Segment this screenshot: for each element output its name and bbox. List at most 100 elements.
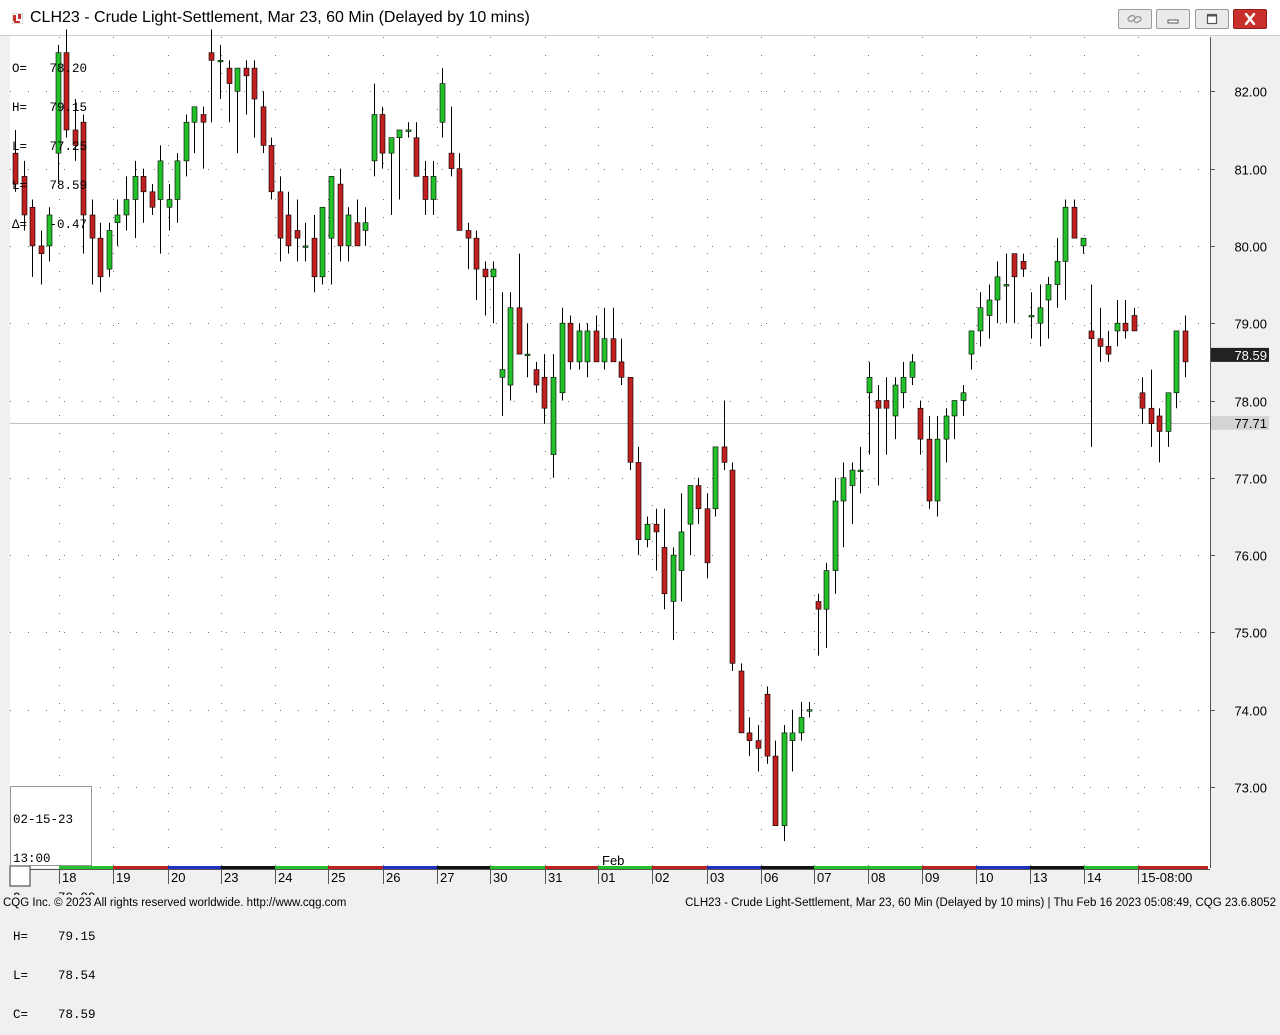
candle-body bbox=[764, 693, 771, 757]
candle-body bbox=[208, 52, 215, 61]
price-chart[interactable]: 73.00 74.00 75.00 76.00 77.00 78.00 79.00 80.00… bbox=[0, 0, 1280, 895]
bar-date: 02-15-23 bbox=[13, 813, 74, 827]
candle-body bbox=[1054, 261, 1061, 285]
candle-body bbox=[875, 400, 882, 409]
candle-body bbox=[388, 137, 395, 154]
price-tick-label: 75.00 bbox=[1234, 626, 1267, 641]
candle-body bbox=[362, 222, 369, 231]
date-label: 23 bbox=[224, 870, 238, 885]
candle-body bbox=[396, 129, 403, 138]
candle-body bbox=[38, 245, 45, 254]
bar-time: 13:00 bbox=[13, 852, 51, 866]
candle-body bbox=[883, 400, 890, 409]
candle-body bbox=[1003, 284, 1010, 287]
candle-body bbox=[1156, 415, 1163, 432]
candle-body bbox=[857, 469, 864, 472]
candle-body bbox=[251, 67, 258, 100]
copyright-text: CQG Inc. © 2023 All rights reserved worl… bbox=[3, 897, 347, 909]
date-label: 27 bbox=[440, 870, 454, 885]
candle-body bbox=[430, 176, 437, 200]
candle-body bbox=[798, 717, 805, 734]
candle-body bbox=[456, 168, 463, 231]
price-tick-label: 79.00 bbox=[1234, 317, 1267, 332]
candle-body bbox=[226, 67, 233, 84]
candle-body bbox=[951, 400, 958, 417]
date-label: 24 bbox=[278, 870, 292, 885]
readout-high: H= 79.15 bbox=[12, 101, 88, 115]
candle-body bbox=[849, 469, 856, 486]
candle-body bbox=[465, 230, 472, 239]
candle-body bbox=[755, 740, 762, 749]
date-label: 13 bbox=[1033, 870, 1047, 885]
candle-body bbox=[1028, 315, 1035, 318]
candle-body bbox=[917, 407, 924, 440]
candle-body bbox=[1088, 330, 1095, 339]
candle-body bbox=[234, 67, 241, 92]
date-label: 08 bbox=[871, 870, 885, 885]
candle-body bbox=[789, 732, 796, 741]
candle-body bbox=[524, 353, 531, 356]
bar-close: C= 78.59 bbox=[13, 1008, 96, 1022]
candle-body bbox=[721, 446, 728, 463]
candle-body bbox=[627, 377, 634, 463]
session-strip-segment bbox=[976, 866, 1030, 869]
candle-body bbox=[243, 67, 250, 77]
session-strip-segment bbox=[275, 866, 328, 869]
candle-body bbox=[166, 199, 173, 208]
candle-body bbox=[593, 330, 600, 363]
candle-body bbox=[379, 114, 386, 154]
candle-body bbox=[422, 176, 429, 200]
candle-body bbox=[448, 152, 455, 169]
bar-info-box: 02-15-23 13:00 O= 78.99 H= 79.15 L= 78.5… bbox=[10, 786, 96, 1022]
candle-body bbox=[533, 369, 540, 386]
candle-body bbox=[157, 160, 164, 200]
candle-body bbox=[268, 145, 275, 193]
session-strip-segment bbox=[437, 866, 490, 869]
candle-body bbox=[482, 268, 489, 278]
date-label: 30 bbox=[493, 870, 507, 885]
candle-body bbox=[746, 732, 753, 741]
price-tick-label: 76.00 bbox=[1234, 549, 1267, 564]
candle-body bbox=[1097, 338, 1104, 347]
candle-body bbox=[319, 206, 326, 278]
candle-body bbox=[106, 230, 113, 270]
candle-body bbox=[311, 237, 318, 278]
candle-body bbox=[866, 377, 873, 394]
candle-body bbox=[559, 322, 566, 394]
candle-body bbox=[1182, 330, 1189, 363]
candle-body bbox=[1071, 206, 1078, 239]
candle-body bbox=[1148, 407, 1155, 424]
candle-body bbox=[1105, 346, 1112, 355]
candle-body bbox=[670, 554, 677, 602]
candle-body bbox=[994, 276, 1001, 301]
candle-body bbox=[576, 330, 583, 363]
candle-body bbox=[781, 732, 788, 826]
candle-body bbox=[183, 121, 190, 162]
candle-body bbox=[174, 160, 181, 200]
candle-body bbox=[832, 500, 839, 571]
candle-body bbox=[473, 237, 480, 270]
date-label: 26 bbox=[386, 870, 400, 885]
candle-body bbox=[729, 469, 736, 664]
candle-body bbox=[1114, 322, 1121, 332]
candle-body bbox=[516, 307, 523, 355]
status-info: CLH23 - Crude Light-Settlement, Mar 23, … bbox=[685, 897, 1276, 909]
candle-body bbox=[840, 477, 847, 502]
month-label: Feb bbox=[602, 853, 624, 868]
candle-body bbox=[823, 570, 830, 610]
candle-body bbox=[345, 214, 352, 247]
candle-body bbox=[302, 245, 309, 248]
price-tick-label: 78.00 bbox=[1234, 395, 1267, 410]
candle-body bbox=[371, 114, 378, 162]
last-price-marker: 78.59 bbox=[1234, 348, 1267, 363]
price-tick-label: 80.00 bbox=[1234, 240, 1267, 255]
price-tick-label: 73.00 bbox=[1234, 781, 1267, 796]
candle-body bbox=[405, 129, 412, 132]
candle-body bbox=[439, 83, 446, 123]
session-strip-segment bbox=[328, 866, 383, 869]
candle-body bbox=[815, 601, 822, 610]
candle-body bbox=[277, 191, 284, 239]
candle-body bbox=[294, 230, 301, 239]
session-strip-segment bbox=[868, 866, 922, 869]
session-strip-segment bbox=[707, 866, 761, 869]
